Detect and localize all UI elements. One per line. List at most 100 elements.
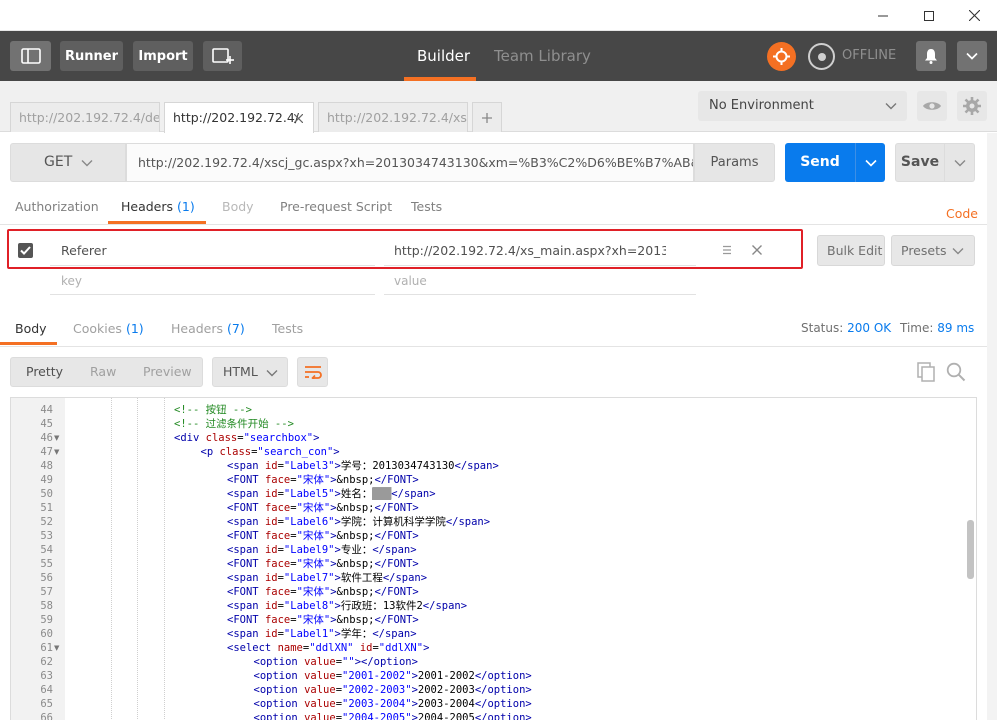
copy-response-button[interactable]	[917, 362, 936, 382]
chevron-down-icon	[81, 160, 93, 167]
status-label: Status:	[801, 321, 844, 335]
bulk-edit-button[interactable]: Bulk Edit	[817, 235, 885, 266]
tab-prerequest-script[interactable]: Pre-request Script	[280, 193, 392, 223]
code-line: <p class="search_con">	[200, 446, 340, 458]
header-value-input[interactable]: http://202.192.72.4/xs_main.aspx?xh=2013…	[394, 243, 666, 258]
eye-icon	[923, 102, 941, 110]
header-enabled-checkbox[interactable]	[18, 243, 33, 258]
save-button[interactable]: Save	[895, 143, 945, 182]
line-number: 53	[40, 530, 53, 542]
editor-scrollbar-thumb[interactable]	[967, 520, 974, 579]
divider	[50, 265, 375, 266]
code-line: <div class="searchbox">	[174, 432, 320, 444]
header-drag-handle[interactable]	[722, 245, 732, 255]
sync-status-icon	[773, 48, 790, 65]
chevron-down-icon	[966, 52, 978, 60]
request-tab[interactable]: http://202.192.72.4/xscj_gc.aspx	[318, 102, 468, 132]
fold-toggle-icon[interactable]: ▼	[54, 445, 59, 459]
sync-button[interactable]	[767, 42, 796, 71]
response-tab-tests[interactable]: Tests	[272, 313, 303, 344]
builder-tab[interactable]: Builder	[417, 31, 470, 81]
view-raw-button[interactable]: Raw	[90, 358, 116, 386]
bell-icon	[925, 49, 937, 64]
import-button[interactable]: Import	[133, 41, 193, 71]
send-divider	[855, 143, 856, 182]
fold-toggle-icon[interactable]: ▼	[54, 641, 59, 655]
response-tab-body[interactable]: Body	[15, 313, 47, 344]
response-body-editor[interactable]: 44 45 46 ▼ 47 ▼ 48 49 50 51 52 53 54 55 56 57 58 59 60 61 ▼ 6…	[10, 397, 977, 720]
send-options-button[interactable]	[856, 143, 885, 182]
method-select[interactable]: GET	[10, 143, 126, 182]
satellite-icon	[817, 52, 826, 61]
indent-guide	[163, 398, 165, 720]
chevron-down-icon	[954, 159, 965, 166]
sidebar-icon	[20, 48, 41, 64]
language-value: HTML	[223, 364, 258, 379]
manage-environments-button[interactable]	[957, 91, 987, 121]
save-options-button[interactable]	[945, 143, 975, 182]
code-line: <span id="Label6">学院：计算机科学学院</span>	[227, 516, 491, 528]
response-tab-bar: Body Cookies (1) Headers (7) Tests Statu…	[0, 313, 987, 347]
status-value: 200 OK	[847, 321, 892, 335]
fold-toggle-icon[interactable]: ▼	[54, 431, 59, 445]
notifications-button[interactable]	[916, 41, 946, 71]
tab-tests[interactable]: Tests	[411, 193, 442, 223]
url-input[interactable]: http://202.192.72.4/xscj_gc.aspx?xh=2013…	[126, 143, 694, 182]
line-number: 55	[40, 558, 53, 570]
page-scrollbar[interactable]	[987, 133, 997, 720]
sidebar-toggle-button[interactable]	[10, 41, 51, 71]
line-number: 45	[40, 418, 53, 430]
header-key-input[interactable]: Referer	[61, 243, 361, 258]
line-number: 59	[40, 614, 53, 626]
minimize-icon	[878, 15, 888, 16]
method-value: GET	[44, 154, 73, 170]
new-window-icon	[211, 48, 234, 64]
runner-button[interactable]: Runner	[60, 41, 123, 71]
minimize-button[interactable]	[860, 0, 906, 31]
interceptor-button[interactable]	[808, 43, 835, 70]
tab-body[interactable]: Body	[222, 193, 254, 223]
code-line: <option value="2003-2004">2003-2004</opt…	[253, 698, 532, 710]
line-number: 65	[40, 698, 53, 710]
response-status: Status: 200 OK	[801, 313, 891, 344]
quick-look-button[interactable]	[917, 91, 947, 121]
maximize-button[interactable]	[906, 0, 952, 31]
line-number: 63	[40, 670, 53, 682]
tab-headers[interactable]: Headers (1)	[121, 193, 195, 223]
close-window-button[interactable]	[951, 0, 997, 31]
code-line: <span id="Label5">姓名：███</span>	[227, 488, 436, 500]
response-tab-headers[interactable]: Headers (7)	[171, 313, 245, 344]
language-select[interactable]: HTML	[212, 357, 288, 387]
key-placeholder-input[interactable]: key	[61, 274, 82, 288]
line-number: 64	[40, 684, 53, 696]
delete-header-button[interactable]	[752, 245, 762, 255]
tab-headers-label: Headers	[121, 199, 174, 214]
line-number: 66	[40, 712, 53, 720]
params-button[interactable]: Params	[694, 143, 775, 182]
send-button[interactable]: Send	[785, 143, 855, 182]
response-tab-cookies[interactable]: Cookies (1)	[73, 313, 144, 344]
view-pretty-button[interactable]: Pretty	[26, 358, 63, 386]
code-line: <FONT face="宋体">&nbsp;</FONT>	[227, 530, 419, 542]
close-tab-icon[interactable]	[294, 114, 303, 123]
environment-select[interactable]: No Environment	[698, 91, 907, 121]
tab-authorization[interactable]: Authorization	[15, 193, 99, 223]
value-placeholder-input[interactable]: value	[394, 274, 427, 288]
new-window-button[interactable]	[203, 41, 242, 71]
search-response-button[interactable]	[946, 362, 966, 382]
request-tab[interactable]: http://202.192.72.4/default2.aspx	[10, 102, 160, 132]
line-number: 58	[40, 600, 53, 612]
code-line: <select name="ddlXN" id="ddlXN">	[227, 642, 430, 654]
request-tab-active[interactable]: http://202.192.72.4/	[164, 102, 314, 133]
response-time: Time: 89 ms	[900, 313, 974, 344]
presets-button[interactable]: Presets	[891, 235, 975, 266]
code-link[interactable]: Code	[946, 200, 978, 230]
wrap-lines-button[interactable]	[297, 357, 328, 387]
team-library-tab[interactable]: Team Library	[494, 31, 591, 81]
chevron-down-icon	[864, 159, 877, 167]
settings-dropdown-button[interactable]	[957, 41, 987, 71]
view-preview-button[interactable]: Preview	[143, 358, 192, 386]
code-line: <FONT face="宋体">&nbsp;</FONT>	[227, 474, 419, 486]
line-number: 60	[40, 628, 53, 640]
new-tab-button[interactable]	[472, 102, 502, 132]
